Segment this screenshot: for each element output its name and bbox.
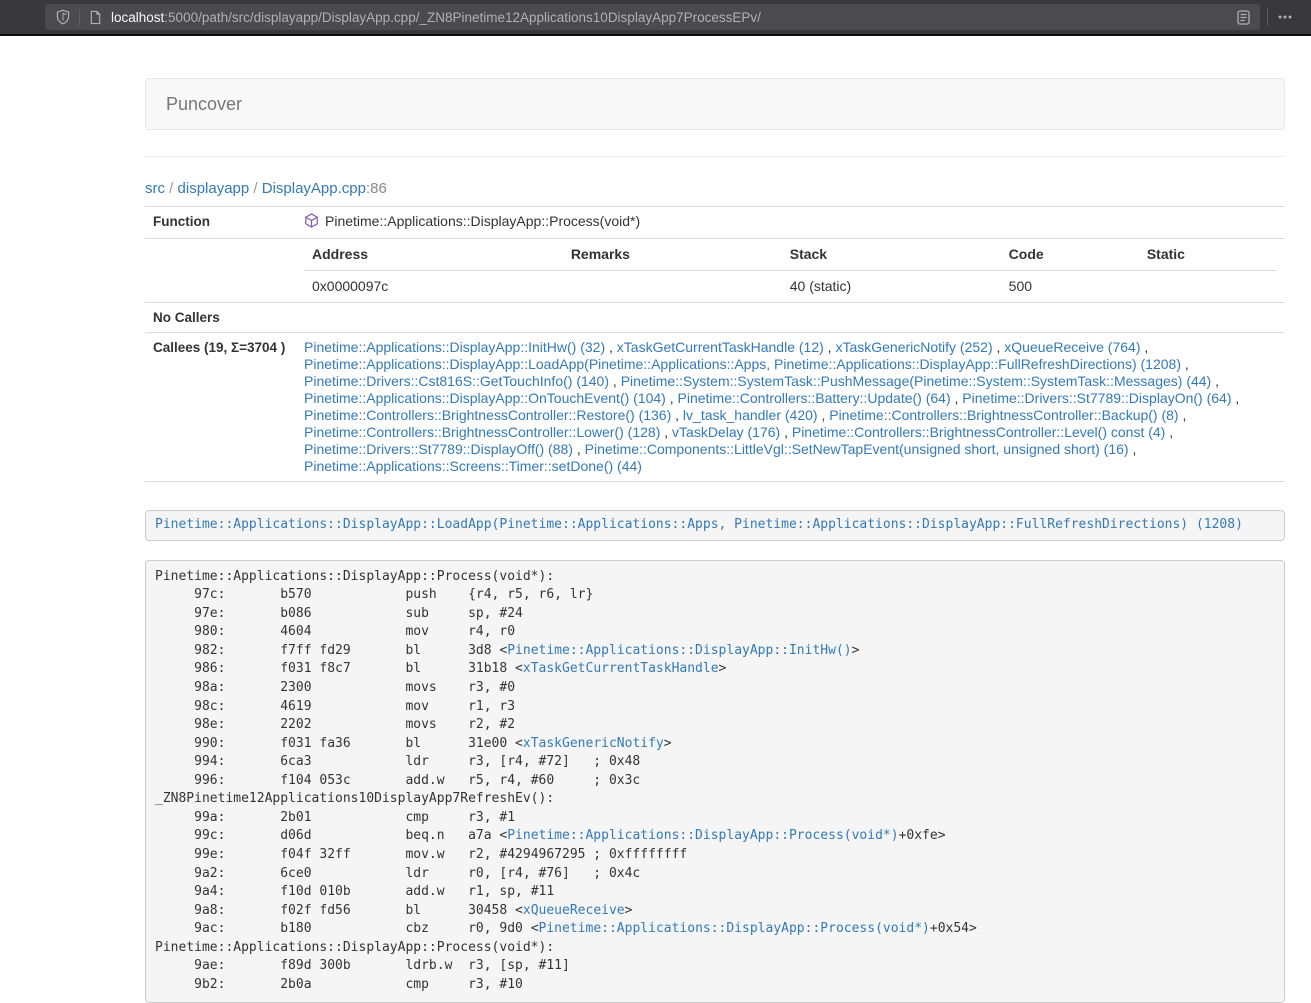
stack-value: 40 (static): [782, 271, 1001, 303]
function-label: Function: [153, 214, 210, 229]
selected-callee-box: Pinetime::Applications::DisplayApp::Load…: [145, 510, 1285, 541]
app-navbar: Puncover: [145, 78, 1285, 130]
shield-icon[interactable]: [55, 9, 71, 25]
remarks-value: [563, 271, 782, 303]
col-header-remarks: Remarks: [563, 239, 782, 271]
col-header-stack: Stack: [782, 239, 1001, 271]
asm-symbol-link[interactable]: Pinetime::Applications::DisplayApp::Proc…: [507, 828, 898, 843]
function-table: Function Pinetime::Applications::Display…: [145, 206, 1285, 482]
symbol-cube-icon: [304, 213, 319, 232]
callee-link[interactable]: Pinetime::Controllers::BrightnessControl…: [829, 407, 1178, 423]
col-header-static: Static: [1139, 239, 1277, 271]
callee-link[interactable]: lv_task_handler (420): [683, 407, 818, 423]
callee-link[interactable]: Pinetime::Applications::Screens::Timer::…: [304, 458, 642, 474]
page-content: Puncover src / displayapp / DisplayApp.c…: [145, 78, 1285, 1003]
toolbar-divider: [1267, 8, 1268, 26]
asm-symbol-link[interactable]: Pinetime::Applications::DisplayApp::Proc…: [539, 921, 930, 936]
url-text[interactable]: localhost:5000/path/src/displayapp/Displ…: [111, 10, 1235, 25]
url-bar[interactable]: localhost:5000/path/src/displayapp/Displ…: [45, 4, 1260, 30]
code-value: 500: [1001, 271, 1139, 303]
callee-link[interactable]: Pinetime::Drivers::St7789::DisplayOff() …: [304, 441, 573, 457]
page-info-icon[interactable]: [88, 10, 103, 25]
callee-link[interactable]: Pinetime::Applications::DisplayApp::Init…: [304, 339, 605, 355]
reader-mode-icon[interactable]: [1235, 9, 1252, 26]
col-header-address: Address: [304, 239, 563, 271]
breadcrumb: src / displayapp / DisplayApp.cpp:86: [145, 178, 1285, 199]
no-callers-row: No Callers: [145, 303, 1285, 333]
callee-link[interactable]: vTaskDelay (176): [672, 424, 780, 440]
callees-list: Pinetime::Applications::DisplayApp::Init…: [296, 333, 1285, 482]
function-name: Pinetime::Applications::DisplayApp::Proc…: [325, 213, 640, 229]
callees-row: Callees (19, Σ=3704 ) Pinetime::Applicat…: [145, 333, 1285, 482]
more-menu-icon[interactable]: [1277, 9, 1293, 25]
breadcrumb-src[interactable]: src: [145, 180, 165, 197]
stats-table: Address Remarks Stack Code Static 0x0000…: [304, 239, 1277, 302]
breadcrumb-line-number: :86: [366, 180, 387, 197]
callee-link[interactable]: Pinetime::Applications::DisplayApp::OnTo…: [304, 390, 666, 406]
address-value: 0x0000097c: [304, 271, 563, 303]
callee-link[interactable]: Pinetime::System::SystemTask::PushMessag…: [621, 373, 1212, 389]
static-value: [1139, 271, 1277, 303]
callee-link[interactable]: Pinetime::Drivers::Cst816S::GetTouchInfo…: [304, 373, 609, 389]
loadapp-link[interactable]: Pinetime::Applications::DisplayApp::Load…: [155, 517, 1243, 532]
callee-link[interactable]: Pinetime::Controllers::Battery::Update()…: [678, 390, 951, 406]
function-row: Function Pinetime::Applications::Display…: [145, 207, 1285, 239]
callee-link[interactable]: Pinetime::Controllers::BrightnessControl…: [304, 424, 660, 440]
no-callers-label: No Callers: [153, 310, 220, 325]
col-header-code: Code: [1001, 239, 1139, 271]
browser-toolbar: localhost:5000/path/src/displayapp/Displ…: [0, 0, 1311, 36]
callees-label: Callees (19, Σ=3704 ): [153, 340, 285, 355]
callee-link[interactable]: xQueueReceive (764): [1004, 339, 1140, 355]
function-stats-row: Address Remarks Stack Code Static 0x0000…: [145, 239, 1285, 303]
breadcrumb-separator: /: [165, 180, 178, 197]
callee-link[interactable]: Pinetime::Controllers::BrightnessControl…: [304, 407, 671, 423]
callee-link[interactable]: xTaskGenericNotify (252): [835, 339, 992, 355]
divider: [145, 156, 1285, 157]
asm-symbol-link[interactable]: xTaskGenericNotify: [523, 736, 664, 751]
url-path: :5000/path/src/displayapp/DisplayApp.cpp…: [164, 10, 761, 25]
callee-link[interactable]: Pinetime::Applications::DisplayApp::Load…: [304, 356, 1181, 372]
disassembly-listing: Pinetime::Applications::DisplayApp::Proc…: [145, 560, 1285, 1003]
callee-link[interactable]: Pinetime::Drivers::St7789::DisplayOn() (…: [962, 390, 1231, 406]
callee-link[interactable]: Pinetime::Controllers::BrightnessControl…: [792, 424, 1165, 440]
breadcrumb-displayapp[interactable]: displayapp: [178, 180, 250, 197]
callee-link[interactable]: Pinetime::Components::LittleVgl::SetNewT…: [585, 441, 1129, 457]
breadcrumb-separator: /: [249, 180, 262, 197]
urlbar-divider: [79, 9, 80, 26]
stats-row: 0x0000097c 40 (static) 500: [304, 271, 1277, 303]
asm-symbol-link[interactable]: Pinetime::Applications::DisplayApp::Init…: [507, 643, 851, 658]
breadcrumb-file[interactable]: DisplayApp.cpp: [262, 180, 366, 197]
url-host: localhost: [111, 10, 164, 25]
asm-symbol-link[interactable]: xQueueReceive: [523, 903, 625, 918]
asm-symbol-link[interactable]: xTaskGetCurrentTaskHandle: [523, 661, 719, 676]
callee-link[interactable]: xTaskGetCurrentTaskHandle (12): [617, 339, 824, 355]
brand-link[interactable]: Puncover: [146, 94, 242, 115]
